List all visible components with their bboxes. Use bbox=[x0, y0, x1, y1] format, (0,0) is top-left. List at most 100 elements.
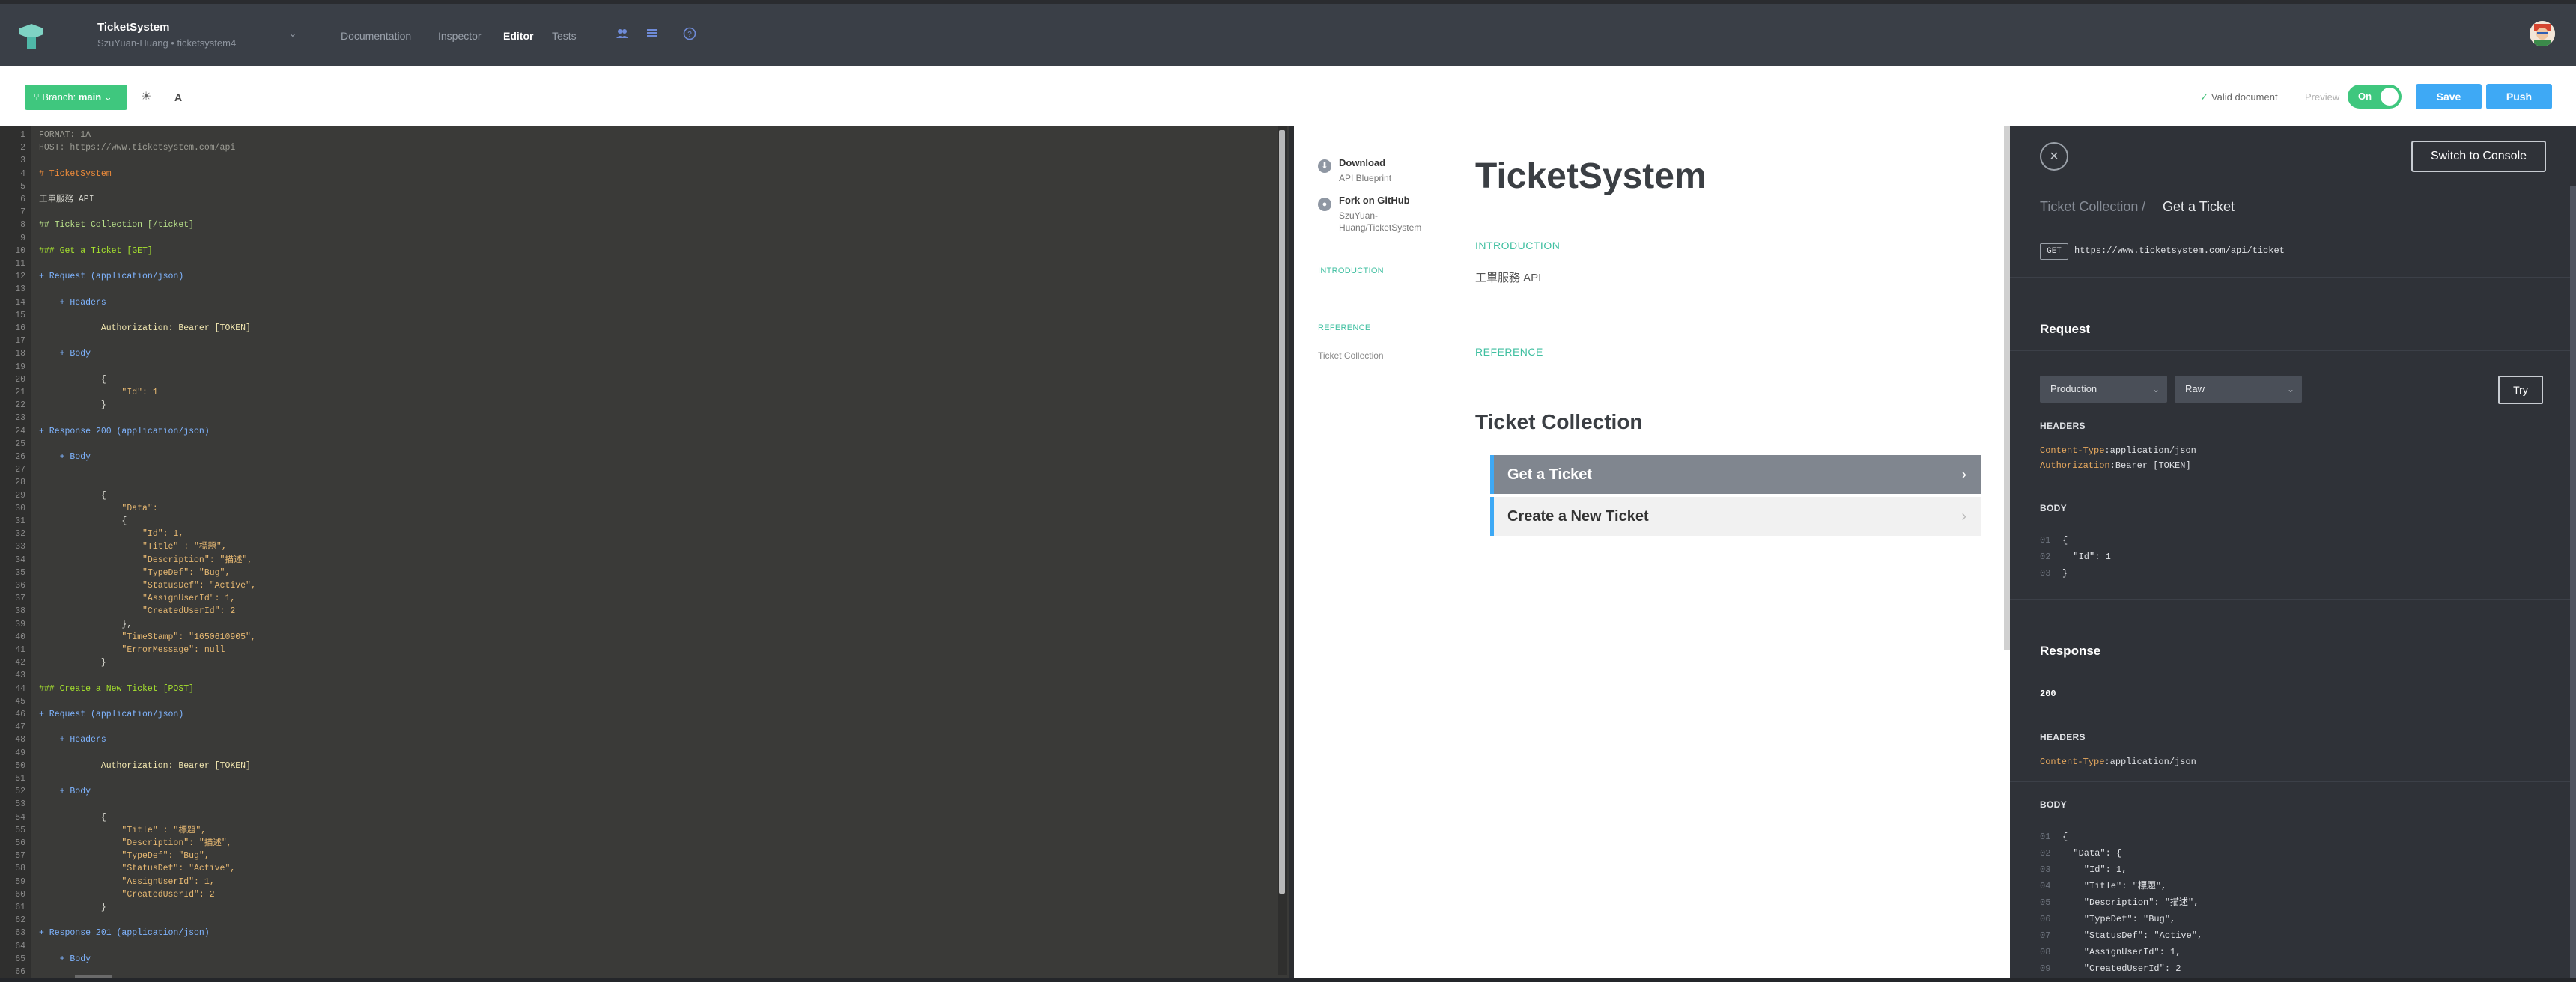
code-line[interactable]: 23 bbox=[0, 412, 1273, 424]
code-line[interactable]: 12 + Request (application/json) bbox=[0, 270, 1273, 283]
code-line[interactable]: 62 bbox=[0, 914, 1273, 927]
code-line[interactable]: 58 "StatusDef": "Active", bbox=[0, 862, 1273, 875]
code-line[interactable]: 11 bbox=[0, 257, 1273, 270]
code-line[interactable]: 43 bbox=[0, 669, 1273, 682]
nav-editor[interactable]: Editor bbox=[503, 30, 533, 42]
code-line[interactable]: 34 "Description": "描述", bbox=[0, 554, 1273, 567]
code-line[interactable]: 50 Authorization: Bearer [TOKEN] bbox=[0, 760, 1273, 772]
code-line[interactable]: 26 + Body bbox=[0, 451, 1273, 463]
team-icon[interactable] bbox=[614, 27, 631, 43]
code-line[interactable]: 47 bbox=[0, 721, 1273, 734]
code-line[interactable]: 63 + Response 201 (application/json) bbox=[0, 927, 1273, 939]
sidebar-item-ticket-collection[interactable]: Ticket Collection bbox=[1318, 350, 1384, 361]
code-line[interactable]: 15 bbox=[0, 309, 1273, 322]
code-line[interactable]: 66 bbox=[0, 966, 1273, 978]
preview-scrollbar[interactable] bbox=[2004, 126, 2010, 650]
code-line[interactable]: 53 bbox=[0, 798, 1273, 811]
code-line[interactable]: 4 # TicketSystem bbox=[0, 168, 1273, 180]
try-button[interactable]: Try bbox=[2498, 376, 2543, 404]
code-line[interactable]: 13 bbox=[0, 283, 1273, 296]
switch-to-console-button[interactable]: Switch to Console bbox=[2411, 141, 2546, 172]
save-button[interactable]: Save bbox=[2416, 84, 2482, 109]
code-line[interactable]: 46 + Request (application/json) bbox=[0, 708, 1273, 721]
nav-tests[interactable]: Tests bbox=[552, 30, 577, 42]
code-line[interactable]: 14 + Headers bbox=[0, 296, 1273, 309]
code-line[interactable]: 41 "ErrorMessage": null bbox=[0, 644, 1273, 656]
code-line[interactable]: 19 bbox=[0, 361, 1273, 373]
code-line[interactable]: 10 ### Get a Ticket [GET] bbox=[0, 245, 1273, 257]
code-line[interactable]: 61 } bbox=[0, 901, 1273, 914]
nav-documentation[interactable]: Documentation bbox=[341, 30, 411, 42]
code-line[interactable]: 24 + Response 200 (application/json) bbox=[0, 425, 1273, 438]
code-line[interactable]: 64 bbox=[0, 940, 1273, 953]
code-line[interactable]: 21 "Id": 1 bbox=[0, 386, 1273, 399]
code-line[interactable]: 42 } bbox=[0, 656, 1273, 669]
breadcrumb-parent[interactable]: Ticket Collection bbox=[2040, 199, 2138, 215]
help-icon[interactable]: ? bbox=[681, 27, 698, 43]
code-line[interactable]: 3 bbox=[0, 154, 1273, 167]
console-scrollbar[interactable] bbox=[2570, 186, 2576, 982]
close-icon[interactable]: × bbox=[2040, 142, 2068, 171]
code-line[interactable]: 37 "AssignUserId": 1, bbox=[0, 592, 1273, 605]
code-line[interactable]: 32 "Id": 1, bbox=[0, 528, 1273, 540]
preview-toggle[interactable]: On bbox=[2348, 85, 2402, 109]
code-line[interactable]: 31 { bbox=[0, 515, 1273, 528]
code-line[interactable]: 9 bbox=[0, 232, 1273, 245]
code-line[interactable]: 51 bbox=[0, 772, 1273, 785]
code-line[interactable]: 49 bbox=[0, 747, 1273, 760]
code-line[interactable]: 17 bbox=[0, 335, 1273, 347]
project-chevron-down-icon[interactable]: ⌄ bbox=[288, 27, 297, 40]
code-line[interactable]: 60 "CreatedUserId": 2 bbox=[0, 888, 1273, 901]
code-line[interactable]: 22 } bbox=[0, 399, 1273, 412]
code-line[interactable]: 29 { bbox=[0, 490, 1273, 502]
code-line[interactable]: 18 + Body bbox=[0, 347, 1273, 360]
download-link[interactable]: Download bbox=[1339, 157, 1385, 168]
code-line[interactable]: 2 HOST: https://www.ticketsystem.com/api bbox=[0, 141, 1273, 154]
code-line[interactable]: 44 ### Create a New Ticket [POST] bbox=[0, 683, 1273, 695]
code-line[interactable]: 25 bbox=[0, 438, 1273, 451]
code-line[interactable]: 30 "Data": bbox=[0, 502, 1273, 515]
list-icon[interactable] bbox=[644, 27, 660, 43]
code-line[interactable]: 8 ## Ticket Collection [/ticket] bbox=[0, 219, 1273, 231]
download-icon[interactable]: ⬇ bbox=[1318, 159, 1331, 173]
code-line[interactable]: 52 + Body bbox=[0, 785, 1273, 798]
action-get-ticket[interactable]: Get a Ticket › bbox=[1490, 455, 1981, 494]
code-line[interactable]: 59 "AssignUserId": 1, bbox=[0, 876, 1273, 888]
code-line[interactable]: 5 bbox=[0, 180, 1273, 193]
code-line[interactable]: 20 { bbox=[0, 373, 1273, 386]
code-line[interactable]: 36 "StatusDef": "Active", bbox=[0, 579, 1273, 592]
github-icon[interactable]: ● bbox=[1318, 198, 1331, 211]
format-select[interactable]: Raw ⌄ bbox=[2175, 376, 2302, 403]
branch-selector-button[interactable]: ⑂ Branch: main ⌄ bbox=[25, 85, 127, 110]
apiary-logo-icon[interactable] bbox=[16, 22, 46, 52]
environment-select[interactable]: Production ⌄ bbox=[2040, 376, 2167, 403]
code-line[interactable]: 38 "CreatedUserId": 2 bbox=[0, 605, 1273, 617]
theme-sun-icon[interactable]: ☀ bbox=[136, 88, 156, 107]
code-line[interactable]: 7 bbox=[0, 206, 1273, 219]
code-line[interactable]: 16 Authorization: Bearer [TOKEN] bbox=[0, 322, 1273, 335]
code-line[interactable]: 28 bbox=[0, 476, 1273, 489]
code-line[interactable]: 48 + Headers bbox=[0, 734, 1273, 746]
code-line[interactable]: 57 "TypeDef": "Bug", bbox=[0, 850, 1273, 862]
code-line[interactable]: 45 bbox=[0, 695, 1273, 708]
code-line[interactable]: 40 "TimeStamp": "1650610905", bbox=[0, 631, 1273, 644]
code-line[interactable]: 27 bbox=[0, 463, 1273, 476]
nav-inspector[interactable]: Inspector bbox=[438, 30, 482, 42]
code-line[interactable]: 1 FORMAT: 1A bbox=[0, 129, 1273, 141]
push-button[interactable]: Push bbox=[2486, 84, 2552, 109]
code-line[interactable]: 35 "TypeDef": "Bug", bbox=[0, 567, 1273, 579]
code-line[interactable]: 56 "Description": "描述", bbox=[0, 837, 1273, 850]
blueprint-code-editor[interactable]: 1 FORMAT: 1A 2 HOST: https://www.ticketsyst… bbox=[0, 126, 1289, 982]
user-avatar[interactable] bbox=[2530, 21, 2555, 46]
code-line[interactable]: 54 { bbox=[0, 811, 1273, 824]
editor-scrollbar-thumb[interactable] bbox=[1279, 130, 1285, 894]
font-size-button[interactable]: A bbox=[168, 88, 188, 107]
action-create-ticket[interactable]: Create a New Ticket › bbox=[1490, 497, 1981, 536]
project-title[interactable]: TicketSystem bbox=[97, 21, 169, 34]
code-line[interactable]: 6 工單服務 API bbox=[0, 193, 1273, 206]
code-line[interactable]: 39 }, bbox=[0, 618, 1273, 631]
sidebar-reference[interactable]: REFERENCE bbox=[1318, 323, 1371, 332]
fork-github-link[interactable]: Fork on GitHub bbox=[1339, 195, 1410, 206]
sidebar-introduction[interactable]: INTRODUCTION bbox=[1318, 266, 1384, 275]
code-line[interactable]: 33 "Title" : "標題", bbox=[0, 540, 1273, 553]
